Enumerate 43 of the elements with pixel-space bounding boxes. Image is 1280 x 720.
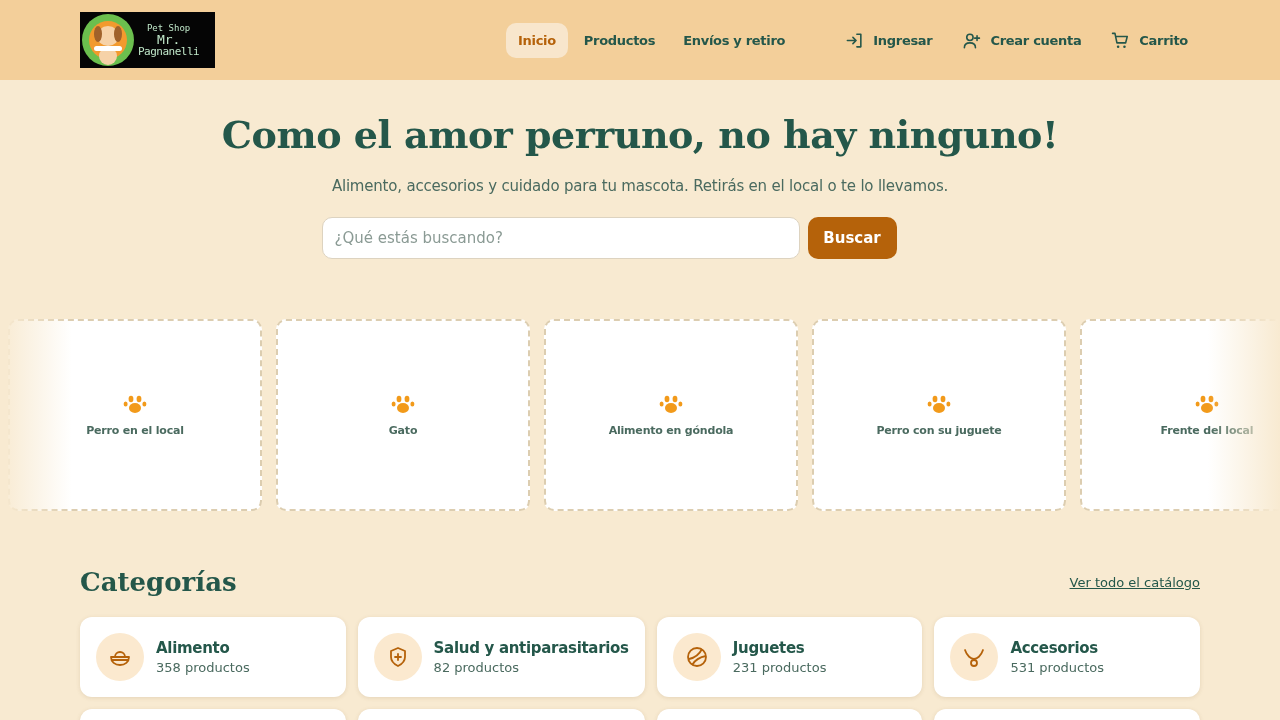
photo-caption: Perro con su juguete [876,423,1002,437]
catalog-link[interactable]: Ver todo el catálogo [1069,574,1200,590]
logo-name: Mr. [156,32,181,46]
header-link[interactable]: Crear cuenta [990,32,1082,48]
add-user-icon[interactable] [962,30,982,50]
cart-icon[interactable] [1111,30,1131,50]
paw-icon [123,393,147,414]
search-button[interactable]: Buscar [807,217,897,259]
nav-link[interactable]: Productos [571,22,668,58]
photo-caption: Gato [388,423,418,437]
photo-caption: Alimento en góndola [608,423,734,437]
logo[interactable]: Pet Shop Mr. Pagnanelli [80,12,215,68]
category-card[interactable]: Salud y antiparasitarios 82 productos [357,617,645,697]
search-field[interactable]: ¿Qué estás buscando? [321,217,800,259]
category-card[interactable]: Juguetes 231 productos [656,617,923,697]
product-count: 531 productos [1010,660,1105,675]
header-link[interactable]: Carrito [1139,32,1188,48]
photo-caption: Perro en el local [86,423,184,437]
paw-icon [1195,393,1219,414]
product-count: 231 productos [732,660,827,675]
product-count: 358 productos [156,660,250,675]
paw-icon [391,393,415,414]
logo-tagline: Pet Shop [146,23,191,33]
dog-mascot-drawing [80,12,136,68]
category-name: Salud y antiparasitarios [433,639,629,657]
category-card[interactable]: Accesorios 531 productos [934,617,1200,697]
product-count: 82 productos [433,660,520,675]
login-icon[interactable] [845,30,865,50]
paw-icon [927,393,951,414]
category-name: Juguetes [732,639,806,657]
logo-name: Pagnanelli [138,45,200,57]
category-name: Accesorios [1010,639,1099,657]
section-title: Categorías [80,567,237,597]
photo-caption: Frente del local [1160,423,1254,437]
category-name: Alimento [156,639,231,657]
ball-icon [684,645,709,669]
paw-icon [659,393,683,414]
hero-title: Como el amor perruno, no hay ninguno! [221,112,1059,157]
hero-subtitle: Alimento, accesorios y cuidado para tu mascota. Retirás en el local o te lo llevamos. [331,177,949,195]
nav-link[interactable]: Inicio [506,22,568,58]
header-link[interactable]: Ingresar [873,32,933,48]
category-card[interactable]: Alimento 358 productos [80,617,346,697]
nav-link[interactable]: Envíos y retiro [671,22,798,58]
